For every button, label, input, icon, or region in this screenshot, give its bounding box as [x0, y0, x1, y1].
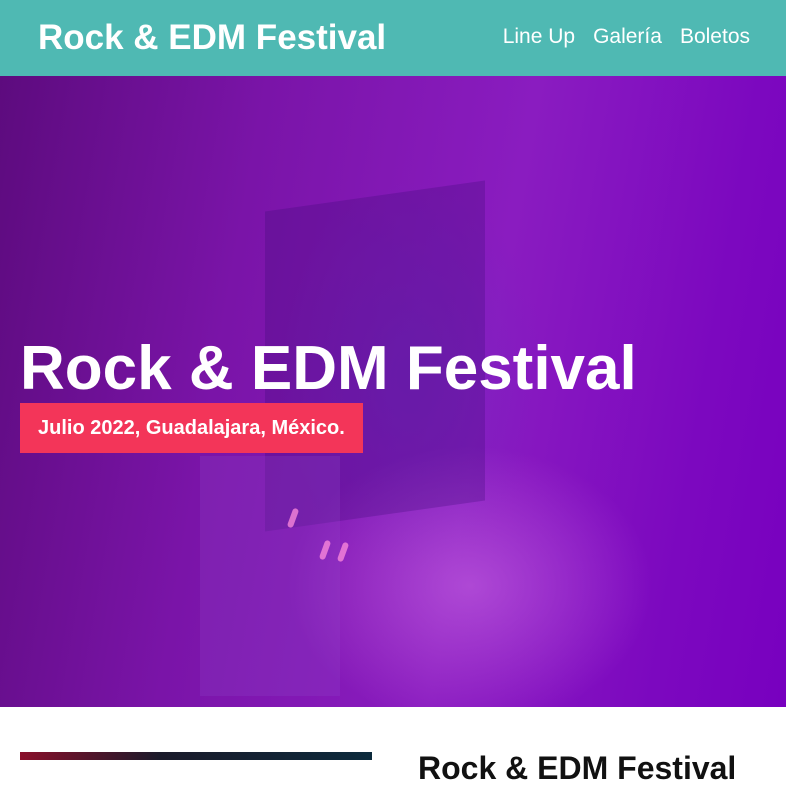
main-nav: Line Up Galería Boletos: [503, 22, 750, 52]
hero-date-location-badge: Julio 2022, Guadalajara, México.: [20, 403, 363, 453]
hero-banner: Rock & EDM Festival Julio 2022, Guadalaj…: [0, 76, 786, 707]
hero-background-silhouette: [200, 456, 340, 696]
nav-link-galeria[interactable]: Galería: [593, 22, 662, 52]
site-logo-text[interactable]: Rock & EDM Festival: [38, 16, 386, 60]
nav-link-lineup[interactable]: Line Up: [503, 22, 575, 52]
nav-link-boletos[interactable]: Boletos: [680, 22, 750, 52]
hero-title: Rock & EDM Festival: [20, 334, 637, 403]
site-header: Rock & EDM Festival Line Up Galería Bole…: [0, 0, 786, 76]
festival-image-thumbnail: [20, 752, 372, 760]
section-heading: Rock & EDM Festival: [418, 750, 737, 786]
